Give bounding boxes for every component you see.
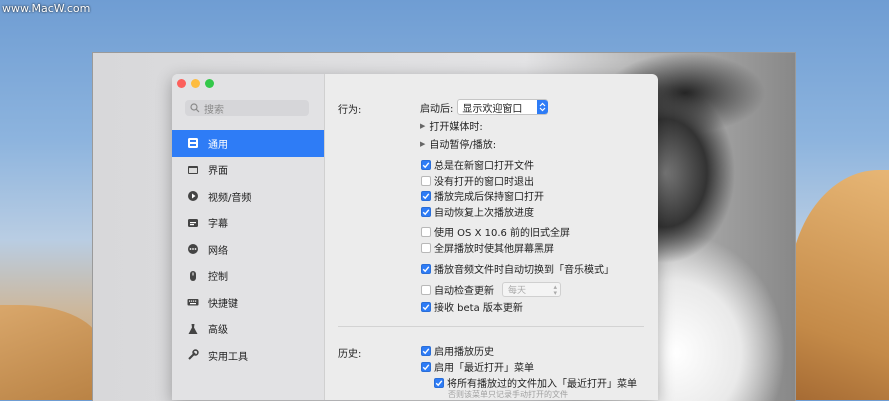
launch-select[interactable]: 显示欢迎窗口 — [457, 99, 549, 115]
utilities-icon — [186, 348, 200, 362]
launch-row: 启动后: 显示欢迎窗口 — [420, 99, 549, 115]
launch-label: 启动后: — [420, 103, 454, 115]
checkbox-label: 接收 beta 版本更新 — [434, 303, 523, 314]
search-input[interactable]: 搜索 — [185, 100, 309, 116]
sidebar: 搜索 通用 界面 视频/音频 字幕 网络 控制 快捷键 高级 实用工具 — [172, 74, 325, 400]
disclosure-triangle-icon: ▶ — [420, 121, 426, 130]
disclosure-triangle-icon: ▶ — [420, 139, 426, 148]
checkbox-unchecked-icon[interactable] — [421, 175, 431, 186]
sidebar-item-utilities[interactable]: 实用工具 — [172, 342, 324, 369]
checkbox-checked-icon[interactable] — [421, 159, 431, 170]
advanced-icon — [186, 322, 200, 336]
sidebar-item-label: 界面 — [208, 166, 228, 178]
checkbox-keep-window-open[interactable]: 播放完成后保持窗口打开 — [421, 188, 544, 203]
sidebar-item-keyboard[interactable]: 快捷键 — [172, 289, 324, 316]
recent-menu-hint: 否则该菜单只记录手动打开的文件 — [448, 390, 568, 399]
checkbox-unchecked-icon[interactable] — [421, 284, 431, 295]
checkbox-label: 自动恢复上次播放进度 — [434, 208, 534, 219]
sidebar-item-advanced[interactable]: 高级 — [172, 316, 324, 343]
update-interval-select[interactable]: 每天 ▴ ▾ — [502, 282, 561, 297]
checkbox-black-out-screens[interactable]: 全屏播放时使其他屏幕黑屏 — [421, 240, 554, 255]
checkbox-legacy-fullscreen[interactable]: 使用 OS X 10.6 前的旧式全屏 — [421, 224, 570, 239]
checkbox-recent-menu[interactable]: 启用「最近打开」菜单 — [421, 359, 534, 374]
sidebar-item-label: 控制 — [208, 272, 228, 284]
launch-select-value: 显示欢迎窗口 — [462, 103, 523, 115]
checkbox-label: 没有打开的窗口时退出 — [434, 177, 534, 188]
checkbox-checked-icon[interactable] — [434, 377, 444, 388]
watermark: www.MacW.com — [2, 2, 91, 15]
chevron-updown-icon — [537, 100, 549, 114]
checkbox-beta-updates[interactable]: 接收 beta 版本更新 — [421, 299, 523, 314]
sidebar-item-label: 高级 — [208, 325, 228, 337]
checkbox-checked-icon[interactable] — [421, 206, 431, 217]
checkbox-add-all-to-recent[interactable]: 将所有播放过的文件加入「最近打开」菜单 — [434, 375, 637, 390]
preferences-window: 搜索 通用 界面 视频/音频 字幕 网络 控制 快捷键 高级 实用工具 行为: … — [172, 74, 658, 400]
checkbox-checked-icon[interactable] — [421, 190, 431, 201]
sidebar-item-interface[interactable]: 界面 — [172, 157, 324, 184]
checkbox-music-mode[interactable]: 播放音频文件时自动切换到「音乐模式」 — [421, 261, 614, 276]
sidebar-item-label: 实用工具 — [208, 351, 248, 363]
sidebar-item-label: 网络 — [208, 245, 228, 257]
checkbox-unchecked-icon[interactable] — [421, 226, 431, 237]
search-placeholder: 搜索 — [204, 104, 224, 116]
sidebar-item-control[interactable]: 控制 — [172, 263, 324, 290]
general-settings-pane: 行为: 启动后: 显示欢迎窗口 ▶ 打开媒体时: ▶ 自动暂停/播放: 总是在新… — [324, 74, 658, 400]
checkbox-label: 总是在新窗口打开文件 — [434, 161, 534, 172]
sidebar-item-general[interactable]: 通用 — [172, 130, 324, 157]
subtitle-icon — [186, 216, 200, 230]
checkbox-label: 将所有播放过的文件加入「最近打开」菜单 — [447, 379, 637, 390]
close-button[interactable] — [177, 79, 186, 88]
video-audio-icon — [186, 189, 200, 203]
desert-dune-right — [789, 170, 889, 400]
open-media-label: 打开媒体时: — [429, 122, 483, 133]
auto-pause-label: 自动暂停/播放: — [429, 140, 497, 151]
open-media-disclosure[interactable]: ▶ 打开媒体时: — [420, 118, 483, 134]
behavior-section-label: 行为: — [338, 105, 362, 116]
minimize-button[interactable] — [191, 79, 200, 88]
network-icon — [186, 242, 200, 256]
sidebar-item-subtitle[interactable]: 字幕 — [172, 210, 324, 237]
checkbox-label: 启用播放历史 — [434, 347, 494, 358]
auto-pause-disclosure[interactable]: ▶ 自动暂停/播放: — [420, 136, 497, 152]
checkbox-resume-playback[interactable]: 自动恢复上次播放进度 — [421, 204, 534, 219]
sidebar-nav: 通用 界面 视频/音频 字幕 网络 控制 快捷键 高级 实用工具 — [172, 130, 324, 369]
checkbox-auto-update[interactable]: 自动检查更新 每天 ▴ ▾ — [421, 282, 561, 297]
checkbox-label: 使用 OS X 10.6 前的旧式全屏 — [434, 228, 571, 239]
checkbox-label: 播放完成后保持窗口打开 — [434, 192, 544, 203]
checkbox-label: 播放音频文件时自动切换到「音乐模式」 — [434, 265, 614, 276]
sidebar-item-label: 视频/音频 — [208, 192, 252, 204]
sidebar-item-network[interactable]: 网络 — [172, 236, 324, 263]
checkbox-quit-no-window[interactable]: 没有打开的窗口时退出 — [421, 173, 534, 188]
checkbox-play-history[interactable]: 启用播放历史 — [421, 343, 494, 358]
search-icon — [190, 103, 200, 113]
checkbox-unchecked-icon[interactable] — [421, 242, 431, 253]
checkbox-checked-icon[interactable] — [421, 361, 431, 372]
checkbox-checked-icon[interactable] — [421, 301, 431, 312]
checkbox-checked-icon[interactable] — [421, 345, 431, 356]
history-section-label: 历史: — [338, 349, 362, 360]
section-divider — [338, 326, 644, 327]
checkbox-open-new-window[interactable]: 总是在新窗口打开文件 — [421, 157, 534, 172]
sidebar-item-label: 通用 — [208, 139, 228, 151]
interface-icon — [186, 163, 200, 177]
checkbox-label: 全屏播放时使其他屏幕黑屏 — [434, 244, 554, 255]
checkbox-label: 自动检查更新 — [434, 286, 494, 297]
general-icon — [186, 136, 200, 150]
checkbox-label: 启用「最近打开」菜单 — [434, 363, 534, 374]
sidebar-item-video-audio[interactable]: 视频/音频 — [172, 183, 324, 210]
window-controls — [177, 79, 214, 88]
checkbox-checked-icon[interactable] — [421, 263, 431, 274]
control-icon — [186, 269, 200, 283]
sidebar-item-label: 字幕 — [208, 219, 228, 231]
sidebar-item-label: 快捷键 — [208, 298, 238, 310]
chevron-updown-icon: ▴ ▾ — [553, 282, 557, 297]
zoom-button[interactable] — [205, 79, 214, 88]
update-interval-value: 每天 — [508, 286, 527, 296]
keyboard-icon — [186, 295, 200, 309]
desert-dune-left — [0, 305, 100, 400]
